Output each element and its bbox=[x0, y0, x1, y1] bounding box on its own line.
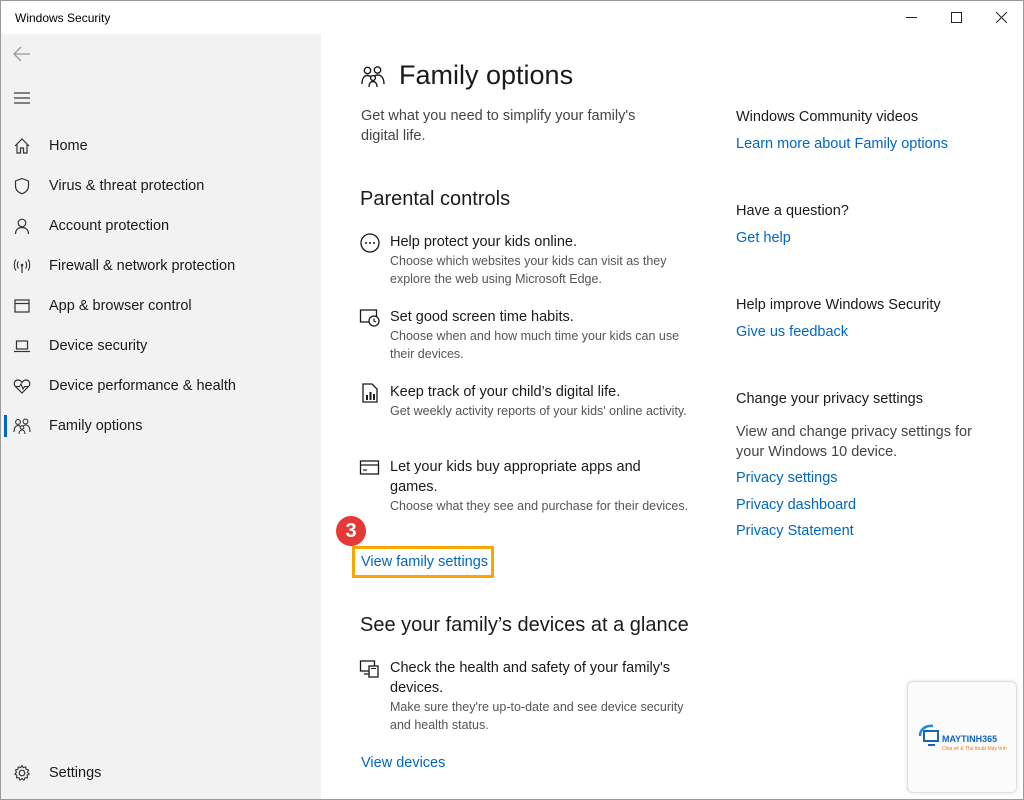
get-help-link[interactable]: Get help bbox=[736, 230, 791, 246]
sidebar-item-account-protection[interactable]: Account protection bbox=[1, 206, 321, 246]
close-icon bbox=[995, 12, 1007, 23]
sidebar-item-label: Virus & threat protection bbox=[49, 178, 205, 194]
feature-title: Set good screen time habits. bbox=[390, 309, 574, 325]
menu-button[interactable] bbox=[11, 87, 33, 109]
close-button[interactable] bbox=[978, 1, 1023, 34]
community-videos-heading: Windows Community videos bbox=[736, 109, 919, 125]
shield-icon bbox=[13, 177, 31, 195]
title-bar: Windows Security bbox=[1, 1, 1023, 34]
privacy-description: View and change privacy settings for you… bbox=[736, 424, 972, 460]
report-icon bbox=[362, 383, 378, 403]
sidebar-item-virus-threat-protection[interactable]: Virus & threat protection bbox=[1, 166, 321, 206]
learn-more-family-link[interactable]: Learn more about Family options bbox=[736, 136, 948, 152]
watermark-brand: MAYTINH365 bbox=[942, 734, 998, 744]
watermark-logo: MAYTINH365 Chia sẻ & Thủ thuật Máy tính bbox=[907, 681, 1017, 793]
watermark-tagline: Chia sẻ & Thủ thuật Máy tính bbox=[942, 746, 1007, 752]
question-heading: Have a question? bbox=[736, 203, 849, 219]
family-icon bbox=[361, 66, 385, 88]
feature-title: Help protect your kids online. bbox=[390, 234, 577, 250]
selection-indicator bbox=[4, 415, 7, 437]
family-icon bbox=[13, 417, 31, 435]
maximize-icon bbox=[950, 12, 962, 23]
globe-block-icon bbox=[360, 233, 380, 253]
feature-title: Check the health and safety of your fami… bbox=[390, 660, 671, 696]
give-feedback-link[interactable]: Give us feedback bbox=[736, 324, 848, 340]
person-icon bbox=[13, 217, 31, 235]
minimize-icon bbox=[905, 17, 917, 18]
hamburger-icon bbox=[14, 92, 30, 104]
feature-description: Choose when and how much time your kids … bbox=[390, 329, 680, 361]
privacy-statement-link[interactable]: Privacy Statement bbox=[736, 523, 854, 539]
feature-description: Make sure they're up-to-date and see dev… bbox=[390, 700, 684, 732]
view-devices-link[interactable]: View devices bbox=[361, 755, 445, 771]
sidebar-item-device-security[interactable]: Device security bbox=[1, 326, 321, 366]
window-title: Windows Security bbox=[15, 11, 111, 25]
sidebar-item-label: App & browser control bbox=[49, 298, 192, 314]
sidebar: Home Virus & threat protection Account p… bbox=[1, 34, 321, 799]
sidebar-item-firewall-network-protection[interactable]: Firewall & network protection bbox=[1, 246, 321, 286]
laptop-icon bbox=[13, 337, 31, 355]
card-icon bbox=[359, 460, 380, 475]
feature-protect-online: Help protect your kids online. Choose wh… bbox=[359, 232, 699, 292]
sidebar-item-home[interactable]: Home bbox=[1, 126, 321, 166]
windows-security-window: Windows Security Home Virus & threat pro… bbox=[0, 0, 1024, 800]
sidebar-item-family-options[interactable]: Family options bbox=[1, 406, 321, 446]
feature-screen-time: Set good screen time habits. Choose when… bbox=[359, 307, 699, 367]
minimize-button[interactable] bbox=[888, 1, 934, 34]
feature-description: Get weekly activity reports of your kids… bbox=[390, 404, 687, 418]
sidebar-item-settings[interactable]: Settings bbox=[1, 753, 321, 793]
sidebar-item-device-performance-health[interactable]: Device performance & health bbox=[1, 366, 321, 406]
privacy-dashboard-link[interactable]: Privacy dashboard bbox=[736, 497, 856, 513]
monitor-logo-icon bbox=[918, 724, 939, 746]
feature-title: Let your kids buy appropriate apps and g… bbox=[390, 459, 641, 495]
page-title: Family options bbox=[399, 60, 574, 90]
improve-heading: Help improve Windows Security bbox=[736, 297, 941, 313]
devices-icon bbox=[359, 660, 379, 678]
antenna-icon bbox=[13, 257, 31, 275]
screen-clock-icon bbox=[359, 309, 380, 327]
feature-family-devices: Check the health and safety of your fami… bbox=[359, 658, 699, 738]
app-window-icon bbox=[13, 297, 31, 315]
devices-heading: See your family’s devices at a glance bbox=[360, 614, 689, 636]
gear-icon bbox=[13, 764, 31, 782]
sidebar-item-label: Home bbox=[49, 138, 88, 154]
sidebar-item-label: Device security bbox=[49, 338, 148, 354]
privacy-settings-link[interactable]: Privacy settings bbox=[736, 470, 838, 486]
feature-purchases: Let your kids buy appropriate apps and g… bbox=[359, 457, 699, 537]
sidebar-item-app-browser-control[interactable]: App & browser control bbox=[1, 286, 321, 326]
sidebar-item-label: Firewall & network protection bbox=[49, 258, 236, 274]
page-subtitle: Get what you need to simplify your famil… bbox=[361, 108, 636, 144]
feature-description: Choose which websites your kids can visi… bbox=[390, 254, 667, 286]
sidebar-item-label: Account protection bbox=[49, 218, 170, 234]
home-icon bbox=[13, 137, 31, 155]
settings-label: Settings bbox=[49, 765, 102, 781]
sidebar-item-label: Device performance & health bbox=[49, 378, 236, 394]
feature-activity-reports: Keep track of your child’s digital life.… bbox=[359, 382, 699, 442]
privacy-heading: Change your privacy settings bbox=[736, 391, 923, 407]
back-arrow-icon bbox=[13, 46, 30, 62]
maximize-button[interactable] bbox=[933, 1, 979, 34]
heart-pulse-icon bbox=[13, 377, 31, 395]
sidebar-item-label: Family options bbox=[49, 418, 143, 434]
feature-description: Choose what they see and purchase for th… bbox=[390, 499, 689, 513]
highlight-box bbox=[352, 546, 494, 578]
step-badge: 3 bbox=[336, 516, 366, 546]
back-button[interactable] bbox=[11, 43, 33, 65]
feature-title: Keep track of your child’s digital life. bbox=[390, 384, 621, 400]
parental-controls-heading: Parental controls bbox=[360, 188, 511, 210]
